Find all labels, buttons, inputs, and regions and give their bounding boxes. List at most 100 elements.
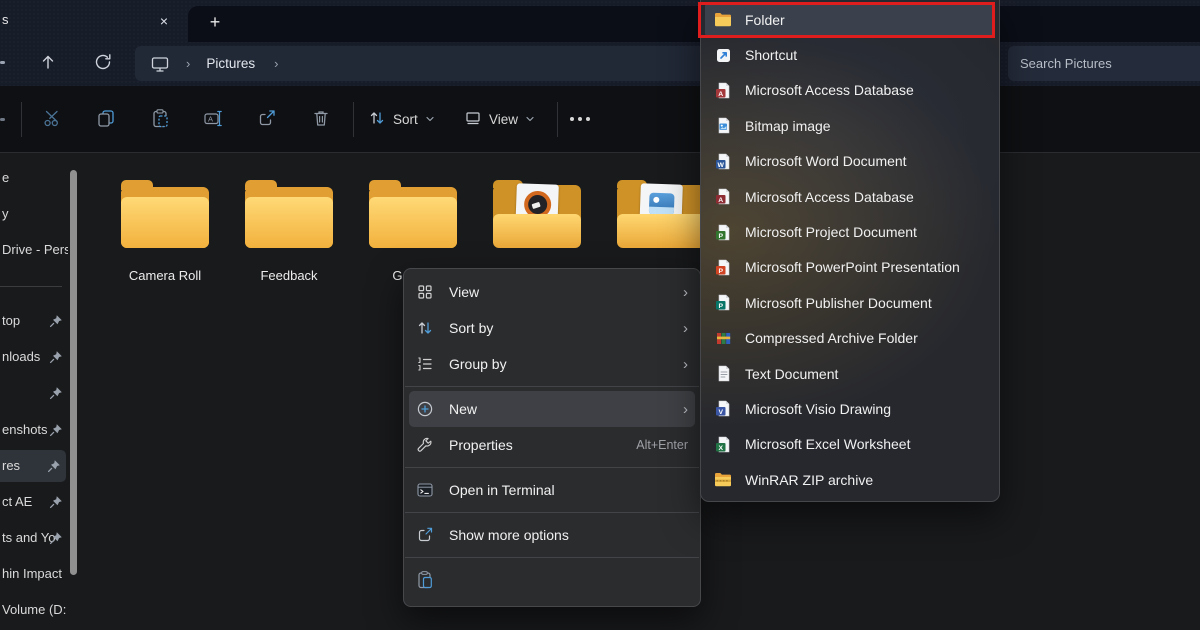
command-toolbar: A Sort View xyxy=(0,86,1200,153)
excel-icon: X xyxy=(714,435,732,453)
svg-text:A: A xyxy=(718,91,723,98)
submenu-item-label: Microsoft Visio Drawing xyxy=(745,401,891,417)
menu-item-label: New xyxy=(449,401,683,417)
new-submenu: FolderShortcutAMicrosoft Access Database… xyxy=(700,0,1000,502)
new-submenu-item-microsoft-project-document[interactable]: PMicrosoft Project Document xyxy=(701,214,999,249)
new-tab-button[interactable]: + xyxy=(200,8,230,36)
properties-icon xyxy=(415,435,435,455)
folder-camera-roll[interactable]: Camera Roll xyxy=(110,180,220,284)
delete-button[interactable] xyxy=(302,99,340,139)
text-doc-icon xyxy=(714,365,732,383)
refresh-button[interactable] xyxy=(88,48,118,78)
new-submenu-item-shortcut[interactable]: Shortcut xyxy=(701,37,999,72)
menu-separator xyxy=(405,467,699,468)
menu-item-sort-by[interactable]: Sort by› xyxy=(404,310,700,346)
cut-button[interactable] xyxy=(33,99,71,139)
copy-button[interactable] xyxy=(87,99,125,139)
sidebar-item-ts-and-yo[interactable]: ts and Yo xyxy=(0,522,68,554)
folder-feedback[interactable]: Feedback xyxy=(234,180,344,284)
toolbar-separator xyxy=(21,102,22,137)
menu-item-properties[interactable]: PropertiesAlt+Enter xyxy=(404,427,700,463)
folder-icon xyxy=(491,180,583,250)
new-submenu-item-microsoft-excel-worksheet[interactable]: XMicrosoft Excel Worksheet xyxy=(701,427,999,462)
chevron-down-icon xyxy=(525,112,535,127)
sort-button[interactable]: Sort xyxy=(368,99,435,139)
sidebar-item-drive-perso[interactable]: Drive - Perso xyxy=(0,234,68,266)
access-icon: A xyxy=(714,81,732,99)
menu-item-open-in-terminal[interactable]: Open in Terminal xyxy=(404,472,700,508)
sidebar-item-volume-d[interactable]: Volume (D: xyxy=(0,594,68,626)
breadcrumb-chevron-icon-2: › xyxy=(274,56,278,71)
sidebar-item-label: Volume (D: xyxy=(0,594,68,626)
new-submenu-item-bitmap-image[interactable]: Bitmap image xyxy=(701,108,999,143)
sidebar-item-enshots[interactable]: enshots xyxy=(0,414,68,446)
back-button-fragment[interactable] xyxy=(0,61,5,64)
show-more-icon xyxy=(415,525,435,545)
pin-icon xyxy=(49,314,63,328)
menu-item-label: Group by xyxy=(449,356,683,372)
menu-item-new[interactable]: New› xyxy=(409,391,695,427)
up-button[interactable] xyxy=(33,48,63,78)
sidebar-item-ct-ae[interactable]: ct AE xyxy=(0,486,68,518)
new-plus-icon xyxy=(415,399,435,419)
sidebar-item-y[interactable]: y xyxy=(0,198,68,230)
menu-item-show-more-options[interactable]: Show more options xyxy=(404,517,700,553)
bitmap-icon xyxy=(714,117,732,135)
new-submenu-item-text-document[interactable]: Text Document xyxy=(701,356,999,391)
submenu-item-label: Microsoft PowerPoint Presentation xyxy=(745,259,960,275)
tab-close-button[interactable]: × xyxy=(151,8,177,33)
sidebar-item-label: y xyxy=(0,198,68,230)
new-submenu-item-microsoft-publisher-document[interactable]: PMicrosoft Publisher Document xyxy=(701,285,999,320)
svg-text:W: W xyxy=(717,162,724,169)
new-submenu-item-winrar-zip-archive[interactable]: WinRAR ZIP archive xyxy=(701,462,999,497)
sidebar-item-res[interactable]: res xyxy=(0,450,66,482)
paste-button[interactable] xyxy=(141,99,179,139)
menu-item-group-by[interactable]: Group by› xyxy=(404,346,700,382)
tab-title: s xyxy=(2,12,9,27)
search-placeholder: Search Pictures xyxy=(1020,56,1112,71)
new-submenu-item-microsoft-access-database[interactable]: A Microsoft Access Database xyxy=(701,73,999,108)
sidebar-scrollbar[interactable] xyxy=(70,170,77,575)
rename-icon: A xyxy=(203,108,223,131)
sidebar-item-top[interactable]: top xyxy=(0,305,68,337)
new-submenu-item-microsoft-powerpoint-presentation[interactable]: P Microsoft PowerPoint Presentation xyxy=(701,250,999,285)
group-by-icon xyxy=(415,354,435,374)
sidebar-item-hidden[interactable] xyxy=(0,377,68,409)
rename-button[interactable]: A xyxy=(194,99,232,139)
new-submenu-item-microsoft-visio-drawing[interactable]: V Microsoft Visio Drawing xyxy=(701,391,999,426)
search-input[interactable]: Search Pictures xyxy=(1008,46,1200,81)
more-options-button[interactable] xyxy=(570,99,590,139)
svg-text:A: A xyxy=(718,197,723,204)
menu-item-paste-clipboard[interactable] xyxy=(404,562,700,598)
svg-text:P: P xyxy=(718,268,723,275)
view-button[interactable]: View xyxy=(464,99,535,139)
chevron-right-icon: › xyxy=(683,356,688,373)
new-submenu-item-compressed-archive-folder[interactable]: Compressed Archive Folder xyxy=(701,321,999,356)
pin-icon xyxy=(49,386,63,400)
svg-text:V: V xyxy=(718,409,723,416)
sidebar-item-nloads[interactable]: nloads xyxy=(0,341,68,373)
sort-arrows-icon xyxy=(368,109,386,130)
share-button[interactable] xyxy=(248,99,286,139)
sidebar-item-e[interactable]: e xyxy=(0,162,68,194)
folder-icon xyxy=(615,180,707,250)
svg-text:P: P xyxy=(718,232,723,239)
submenu-item-label: Microsoft Access Database xyxy=(745,82,914,98)
chevron-down-icon xyxy=(425,112,435,127)
context-menu: View›Sort by›Group by›New›PropertiesAlt+… xyxy=(403,268,701,607)
menu-item-view[interactable]: View› xyxy=(404,274,700,310)
publisher-icon: P xyxy=(714,294,732,312)
toolbar-separator xyxy=(557,102,558,137)
sidebar-item-label: e xyxy=(0,162,68,194)
project-icon: P xyxy=(714,223,732,241)
new-submenu-item-microsoft-word-document[interactable]: WMicrosoft Word Document xyxy=(701,144,999,179)
new-submenu-item-microsoft-access-database[interactable]: AMicrosoft Access Database xyxy=(701,179,999,214)
chevron-right-icon: › xyxy=(683,401,688,418)
breadcrumb-chevron-icon: › xyxy=(186,56,190,71)
powerpoint-icon: P xyxy=(714,258,732,276)
monitor-icon[interactable] xyxy=(150,54,170,74)
breadcrumb-pictures[interactable]: Pictures xyxy=(206,56,255,71)
sidebar-item-hin-impact[interactable]: hin Impact xyxy=(0,558,68,590)
menu-item-label: Properties xyxy=(449,437,636,453)
menu-item-label: View xyxy=(449,284,683,300)
